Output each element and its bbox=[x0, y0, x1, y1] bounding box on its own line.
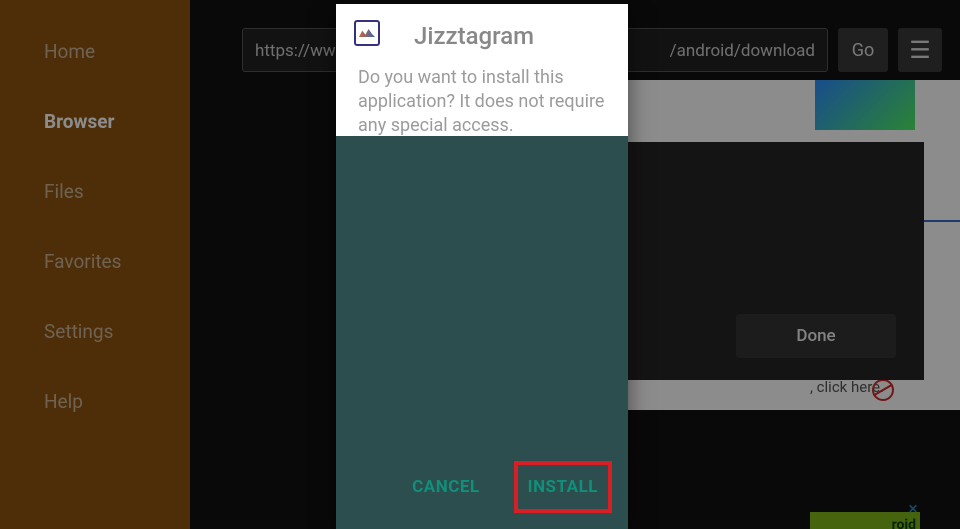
install-button[interactable]: INSTALL bbox=[518, 465, 608, 509]
install-prompt-app-name: Jizztagram bbox=[414, 22, 606, 50]
install-prompt-actions: CANCEL INSTALL bbox=[402, 465, 608, 509]
cancel-button[interactable]: CANCEL bbox=[402, 465, 489, 509]
android-install-prompt: Jizztagram Do you want to install this a… bbox=[336, 4, 628, 529]
install-prompt-header: Jizztagram Do you want to install this a… bbox=[336, 4, 628, 136]
install-prompt-question: Do you want to install this application?… bbox=[358, 66, 606, 138]
app-icon bbox=[354, 20, 380, 46]
